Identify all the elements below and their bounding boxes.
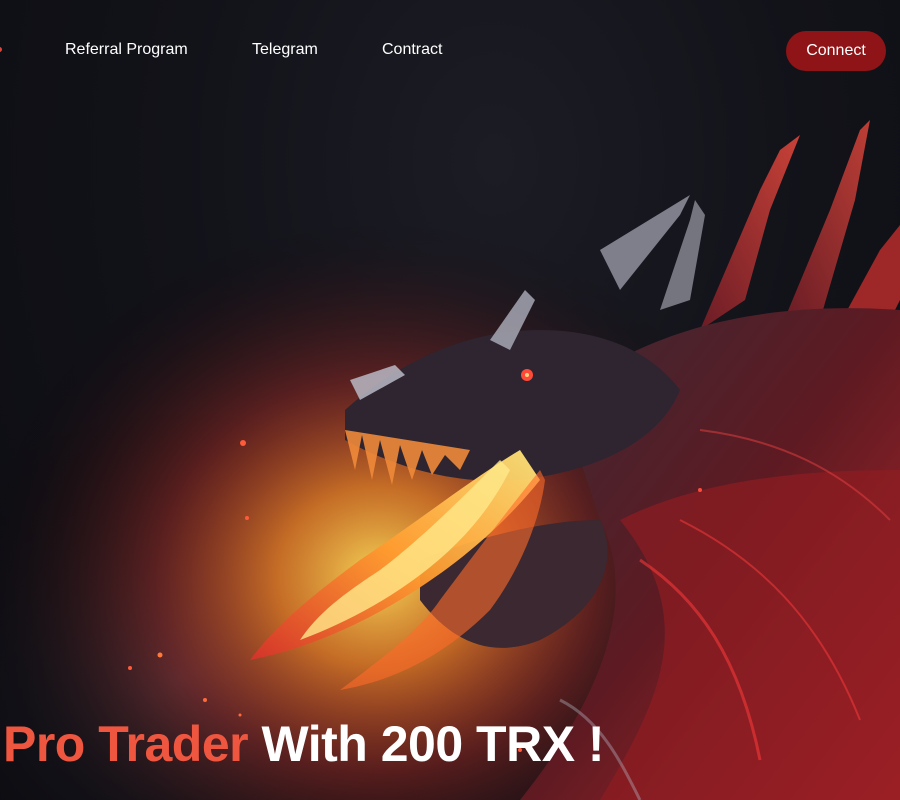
headline-rest-text: With 200 TRX ! xyxy=(248,716,605,772)
connect-button[interactable]: Connect xyxy=(786,31,886,71)
top-navigation: Referral Program Telegram Contract Conne… xyxy=(0,0,900,100)
hero-headline: Pro Trader With 200 TRX ! xyxy=(3,712,605,776)
headline-accent-text: Pro Trader xyxy=(3,716,249,772)
landing-page: Referral Program Telegram Contract Conne… xyxy=(0,0,900,800)
nav-link-referral-program[interactable]: Referral Program xyxy=(65,40,188,60)
nav-link-telegram[interactable]: Telegram xyxy=(252,40,318,60)
logo-edge xyxy=(0,47,2,52)
nav-link-contract[interactable]: Contract xyxy=(382,40,442,60)
dragon-illustration xyxy=(0,0,900,800)
